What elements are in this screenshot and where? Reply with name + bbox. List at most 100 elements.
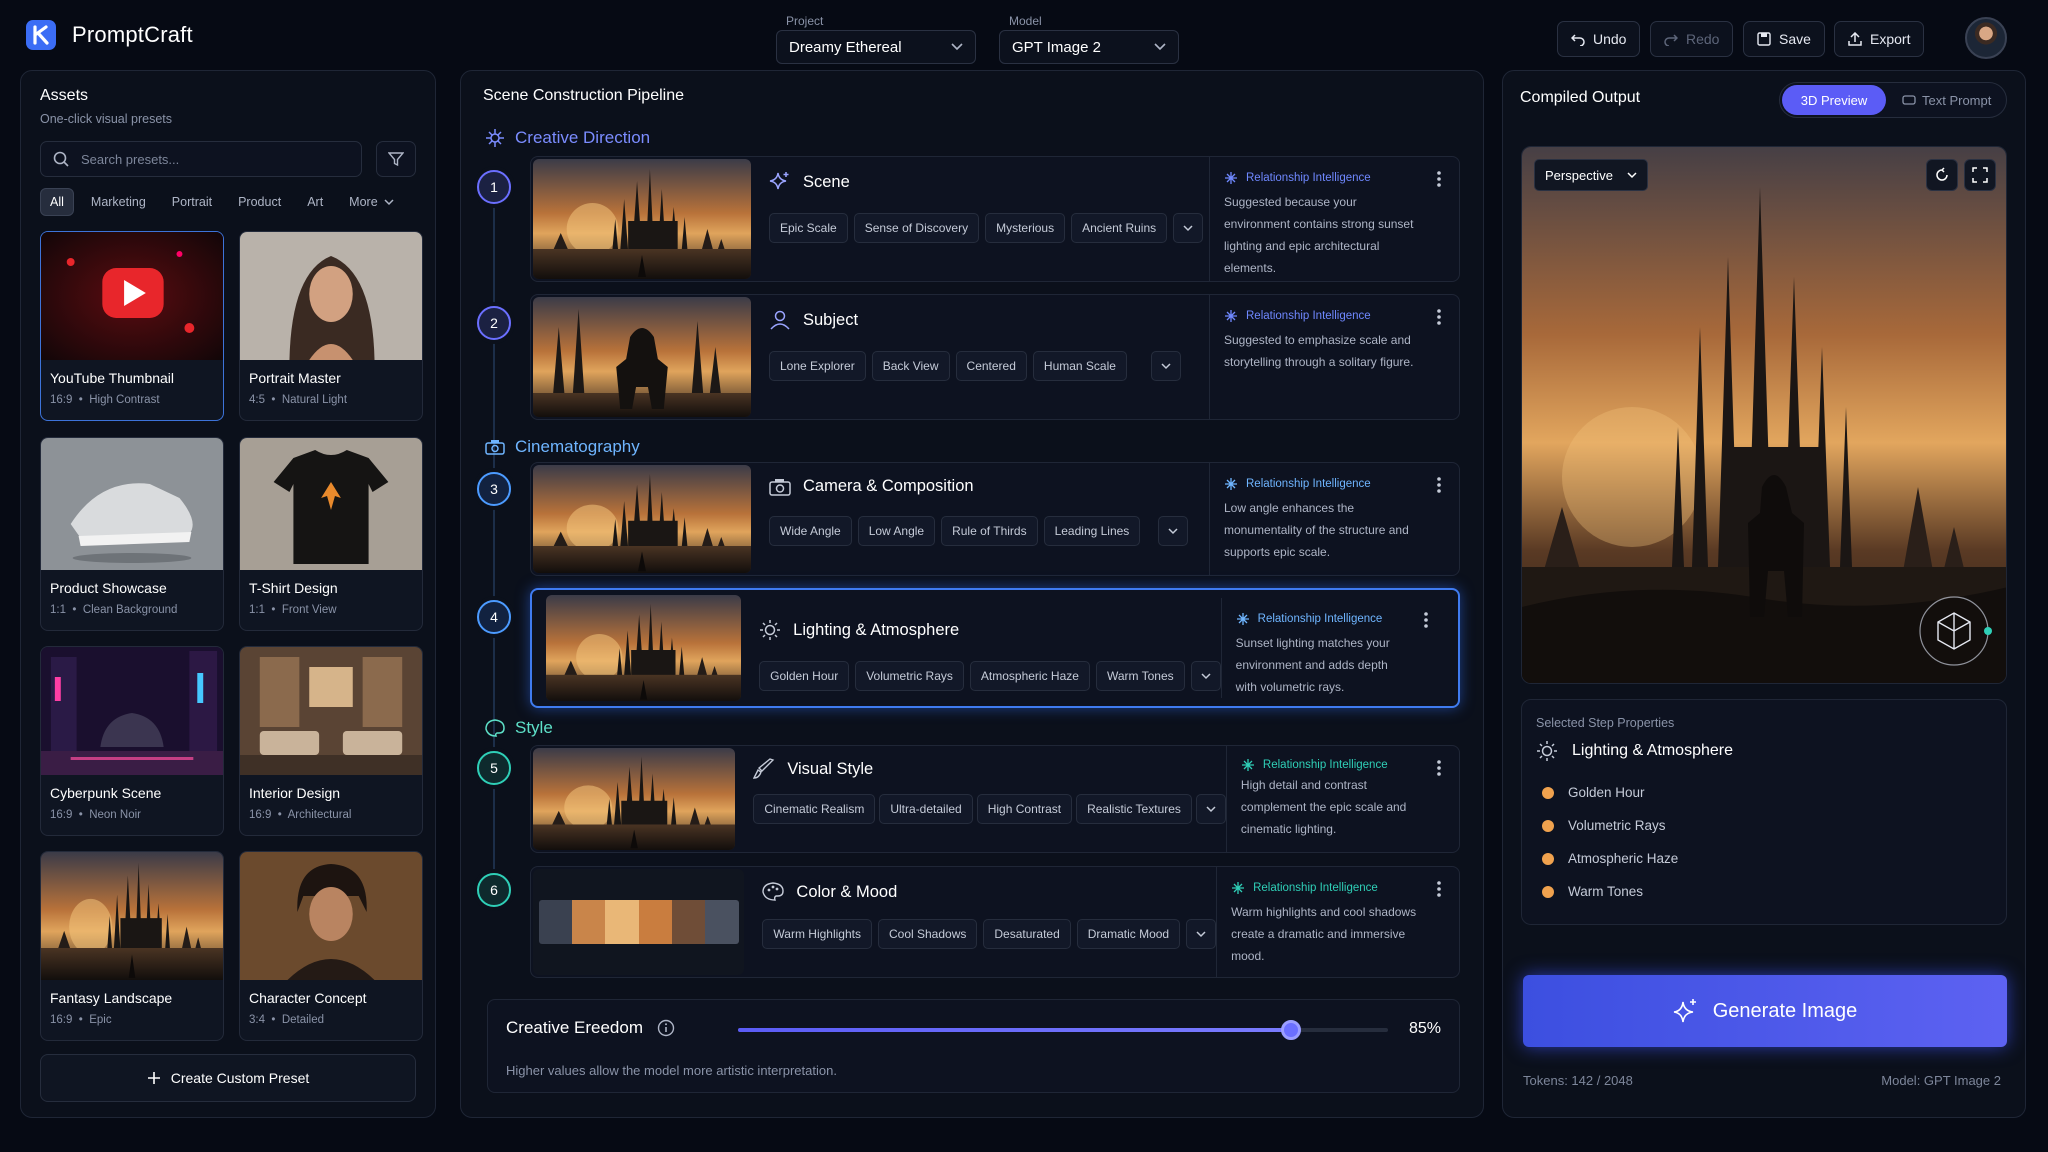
more-options-icon[interactable] bbox=[1437, 760, 1441, 776]
step-card-color-mood[interactable]: Color & Mood Warm Highlights Cool Shadow… bbox=[530, 866, 1460, 978]
preset-card-portrait-master[interactable]: Portrait Master 4:5 • Natural Light bbox=[239, 231, 423, 421]
section-title: Creative Direction bbox=[515, 128, 651, 147]
tag-ancient-ruins[interactable]: Ancient Ruins bbox=[1071, 213, 1168, 243]
tag-back-view[interactable]: Back View bbox=[871, 351, 950, 381]
expand-tags-button[interactable] bbox=[1186, 919, 1217, 949]
preset-name: Fantasy Landscape bbox=[50, 990, 173, 1006]
tag-cool-shadows[interactable]: Cool Shadows bbox=[877, 919, 978, 949]
tag-epic-scale[interactable]: Epic Scale bbox=[769, 213, 848, 243]
step-title: Scene bbox=[803, 172, 850, 191]
tab-3d-preview[interactable]: 3D Preview bbox=[1782, 85, 1886, 115]
property-label: Golden Hour bbox=[1568, 785, 1645, 800]
step-number-5: 5 bbox=[477, 751, 511, 785]
filter-chip-more[interactable]: More bbox=[340, 189, 402, 215]
model-selector[interactable]: Model GPT Image 2 bbox=[999, 14, 1179, 64]
tag-rule-of-thirds[interactable]: Rule of Thirds bbox=[941, 516, 1038, 546]
preset-detail: High Contrast bbox=[89, 394, 160, 406]
more-options-icon[interactable] bbox=[1424, 612, 1428, 628]
preset-card-product-showcase[interactable]: Product Showcase 1:1 • Clean Background bbox=[40, 437, 224, 631]
tag-wide-angle[interactable]: Wide Angle bbox=[769, 516, 852, 546]
tag-warm-highlights[interactable]: Warm Highlights bbox=[762, 919, 872, 949]
more-options-icon[interactable] bbox=[1437, 171, 1441, 187]
expand-tags-button[interactable] bbox=[1173, 213, 1204, 243]
filter-chip-all[interactable]: All bbox=[40, 188, 74, 216]
relationship-intelligence-label: Relationship Intelligence bbox=[1246, 310, 1371, 322]
more-options-icon[interactable] bbox=[1437, 309, 1441, 325]
model-dropdown[interactable]: GPT Image 2 bbox=[999, 30, 1179, 64]
filter-chip-product[interactable]: Product bbox=[229, 189, 290, 215]
tag-realistic-textures[interactable]: Realistic Textures bbox=[1076, 794, 1192, 824]
preset-card-fantasy-landscape[interactable]: Fantasy Landscape 16:9 • Epic bbox=[40, 851, 224, 1041]
property-item: Golden Hour bbox=[1542, 776, 1678, 809]
app-logo[interactable]: PromptCraft bbox=[24, 18, 193, 52]
orbit-gizmo-icon[interactable] bbox=[1916, 593, 1992, 669]
tab-text-prompt[interactable]: Text Prompt bbox=[1902, 83, 1991, 117]
preset-meta: 1:1 • Front View bbox=[249, 604, 337, 616]
step-thumbnail bbox=[533, 465, 751, 573]
tag-human-scale[interactable]: Human Scale bbox=[1032, 351, 1127, 381]
fullscreen-button[interactable] bbox=[1964, 159, 1996, 191]
reset-view-button[interactable] bbox=[1926, 159, 1958, 191]
create-custom-preset-button[interactable]: Create Custom Preset bbox=[40, 1054, 416, 1102]
preset-card-youtube-thumbnail[interactable]: YouTube Thumbnail 16:9 • High Contrast bbox=[40, 231, 224, 421]
expand-tags-button[interactable] bbox=[1195, 794, 1226, 824]
step-card-camera-composition[interactable]: Camera & Composition Wide Angle Low Angl… bbox=[530, 462, 1460, 576]
preset-detail: Architectural bbox=[287, 809, 352, 821]
tag-cinematic-realism[interactable]: Cinematic Realism bbox=[753, 794, 876, 824]
preset-card-character-concept[interactable]: Character Concept 3:4 • Detailed bbox=[239, 851, 423, 1041]
info-icon[interactable] bbox=[657, 1019, 675, 1037]
export-label: Export bbox=[1870, 31, 1911, 47]
more-options-icon[interactable] bbox=[1437, 881, 1441, 897]
generate-image-button[interactable]: Generate Image bbox=[1523, 975, 2007, 1047]
step-card-visual-style[interactable]: Visual Style Cinematic Realism Ultra-det… bbox=[530, 745, 1460, 853]
step-card-scene[interactable]: Scene Epic Scale Sense of Discovery Myst… bbox=[530, 156, 1460, 282]
filter-chip-art[interactable]: Art bbox=[298, 189, 332, 215]
3d-preview-viewport[interactable]: Perspective bbox=[1521, 146, 2007, 684]
project-selector[interactable]: Project Dreamy Ethereal bbox=[776, 14, 976, 64]
preset-card-interior-design[interactable]: Interior Design 16:9 • Architectural bbox=[239, 646, 423, 836]
tag-atmospheric-haze[interactable]: Atmospheric Haze bbox=[969, 661, 1090, 691]
tag-desaturated[interactable]: Desaturated bbox=[983, 919, 1071, 949]
color-palette bbox=[538, 900, 739, 944]
redo-button[interactable]: Redo bbox=[1650, 21, 1734, 57]
creative-freedom-slider[interactable] bbox=[738, 1020, 1388, 1040]
view-mode-dropdown[interactable]: Perspective bbox=[1534, 159, 1648, 191]
search-placeholder: Search presets... bbox=[81, 151, 180, 167]
undo-button[interactable]: Undo bbox=[1557, 21, 1641, 57]
tag-dramatic-mood[interactable]: Dramatic Mood bbox=[1076, 919, 1181, 949]
tag-high-contrast[interactable]: High Contrast bbox=[976, 794, 1073, 824]
tag-warm-tones[interactable]: Warm Tones bbox=[1095, 661, 1185, 691]
filter-button[interactable] bbox=[376, 141, 416, 177]
tag-leading-lines[interactable]: Leading Lines bbox=[1043, 516, 1141, 546]
project-dropdown[interactable]: Dreamy Ethereal bbox=[776, 30, 976, 64]
tag-low-angle[interactable]: Low Angle bbox=[857, 516, 936, 546]
create-custom-preset-label: Create Custom Preset bbox=[170, 1070, 310, 1086]
tag-golden-hour[interactable]: Golden Hour bbox=[759, 661, 850, 691]
preset-card-t-shirt-design[interactable]: T-Shirt Design 1:1 • Front View bbox=[239, 437, 423, 631]
section-title: Cinematography bbox=[515, 437, 640, 456]
tag-centered[interactable]: Centered bbox=[955, 351, 1027, 381]
more-options-icon[interactable] bbox=[1437, 477, 1441, 493]
tag-lone-explorer[interactable]: Lone Explorer bbox=[769, 351, 866, 381]
slider-thumb[interactable] bbox=[1280, 1020, 1301, 1040]
model-value: GPT Image 2 bbox=[1012, 38, 1101, 56]
tag-ultra-detailed[interactable]: Ultra-detailed bbox=[879, 794, 973, 824]
preset-card-cyberpunk-scene[interactable]: Cyberpunk Scene 16:9 • Neon Noir bbox=[40, 646, 224, 836]
filter-chip-portrait[interactable]: Portrait bbox=[163, 189, 221, 215]
relationship-intelligence-label: Relationship Intelligence bbox=[1257, 613, 1383, 625]
tag-mysterious[interactable]: Mysterious bbox=[985, 213, 1066, 243]
step-card-subject[interactable]: Subject Lone Explorer Back View Centered… bbox=[530, 294, 1460, 420]
expand-tags-button[interactable] bbox=[1158, 516, 1189, 546]
export-button[interactable]: Export bbox=[1834, 21, 1925, 57]
expand-tags-button[interactable] bbox=[1190, 661, 1221, 691]
preset-ratio: 4:5 bbox=[249, 394, 265, 406]
save-button[interactable]: Save bbox=[1743, 21, 1825, 57]
expand-tags-button[interactable] bbox=[1150, 351, 1181, 381]
step-card-lighting-atmosphere[interactable]: Lighting & Atmosphere Golden Hour Volume… bbox=[530, 588, 1460, 708]
avatar[interactable] bbox=[1965, 17, 2007, 59]
tag-sense-of-discovery[interactable]: Sense of Discovery bbox=[853, 213, 980, 243]
search-input[interactable]: Search presets... bbox=[40, 141, 362, 177]
tag-volumetric-rays[interactable]: Volumetric Rays bbox=[855, 661, 964, 691]
step-thumbnail bbox=[533, 748, 735, 850]
filter-chip-marketing[interactable]: Marketing bbox=[82, 189, 155, 215]
